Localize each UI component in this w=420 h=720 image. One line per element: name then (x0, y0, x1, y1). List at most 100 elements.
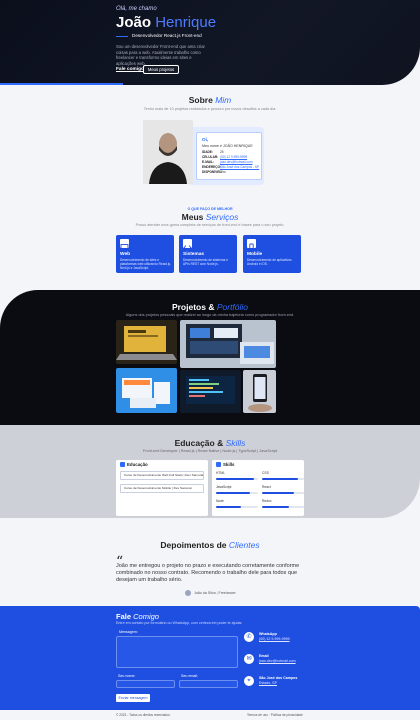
skill-item: CSS (262, 471, 304, 480)
project-thumbnail[interactable] (180, 320, 276, 368)
hero-description: Sou um desenvolvedor Front-end que ama c… (116, 44, 205, 66)
education-panel-title: Educação (127, 462, 148, 467)
card-intro: Meu nome é JOÃO HENRIQUE (202, 144, 253, 148)
info-row-age: IDADE: 25 (202, 150, 224, 154)
service-card-web[interactable]: Web Desenvolvimento de sites e plataform… (116, 235, 174, 273)
contact-title-text: Fale (116, 612, 132, 621)
service-card-sistemas[interactable]: Sistemas Desenvolvimento de sistemas e A… (179, 235, 237, 273)
education-section: Educação & Skills Front-end Developer | … (0, 425, 420, 518)
services-title: Meus Serviços (0, 212, 420, 222)
address-link[interactable]: São José dos Campos - SP (220, 165, 259, 169)
testimonials-section: Depoimentos de Clientes “ João me entreg… (0, 518, 420, 606)
contact-whatsapp[interactable]: WhatsApp (00) 12 9.999-9999 (259, 632, 290, 641)
about-title: Sobre Mim (0, 95, 420, 105)
info-key: ENDEREÇO: (202, 165, 222, 169)
contact-email[interactable]: Email joao.dev@hotmail.com (259, 654, 296, 663)
testimonial-text: João me entregou o projeto no prazo e ex… (116, 563, 300, 583)
service-desc: Desenvolvimento de aplicativos Android e… (247, 258, 292, 266)
message-textarea[interactable] (116, 636, 238, 668)
course-item[interactable]: Curso de Desenvolvimento Web Full Stack … (120, 471, 204, 480)
service-card-mobile[interactable]: Mobile Desenvolvimento de aplicativos An… (243, 235, 301, 273)
course-item[interactable]: Curso de Desenvolvimento Mobile | Dev Sa… (120, 484, 204, 493)
about-subtitle: Tenho mais de 10 projetos realizados e p… (143, 107, 277, 111)
avatar (185, 590, 191, 596)
phone-link[interactable]: (00) 12 9.999-9999 (220, 155, 247, 159)
skill-bar-fill (216, 506, 242, 508)
skill-bar-fill (262, 506, 290, 508)
education-title-accent: Skills (225, 438, 246, 448)
skill-bar-fill (262, 492, 294, 494)
hero-role: Desenvolvedor React.js Front-end (132, 33, 202, 38)
info-row-available: DISPONÍVEL:Sim (202, 170, 226, 174)
info-row-phone: CELULAR: (00) 12 9.999-9999 (202, 155, 247, 159)
profile-photo (143, 120, 193, 184)
about-section: Sobre Mim Tenho mais de 10 projetos real… (0, 85, 420, 195)
skill-item: Redux (262, 499, 304, 508)
project-thumbnail[interactable] (180, 370, 241, 413)
monitor-icon (120, 239, 129, 251)
author-role: Freelancer (218, 591, 236, 595)
phone-icon: ✆ (244, 632, 254, 642)
contact-info-label: Email (259, 654, 269, 658)
contact-location: São José dos Campos Estado, SP (259, 676, 297, 685)
author-name: João da Silva (194, 591, 216, 595)
service-title: Mobile (247, 252, 263, 257)
education-title-text: Educação & (174, 438, 224, 448)
info-key: DISPONÍVEL: (202, 170, 223, 174)
info-key: CELULAR: (202, 155, 219, 159)
services-kicker: O QUE FAÇO DE MELHOR (187, 207, 233, 211)
about-info-card: Oi, Meu nome é JOÃO HENRIQUE IDADE: 25 CE… (196, 132, 262, 180)
service-desc: Desenvolvimento de sistemas e APIs REST … (183, 258, 229, 266)
skill-bar-fill (216, 492, 250, 494)
skill-item: HTML (216, 471, 258, 480)
skill-label: HTML (216, 471, 225, 475)
skills-panel: Skills HTML CSS JavaScript React Node Redux (212, 460, 304, 516)
contact-info-value[interactable]: (00) 12 9.999-9999 (259, 637, 290, 641)
my-projects-button[interactable]: Meus projetos (143, 65, 179, 74)
email-input[interactable] (179, 680, 238, 688)
project-thumbnail[interactable] (243, 370, 276, 413)
hero-name: João Henrique (116, 14, 216, 31)
skills-panel-header: Skills (216, 462, 234, 467)
contact-me-link[interactable]: Fale comigo (116, 67, 144, 72)
skill-item: JavaScript (216, 485, 258, 494)
services-title-accent: Serviços (205, 212, 239, 222)
testimonial-author: João da Silva | Freelancer (185, 590, 236, 596)
card-hello: Oi, (202, 137, 209, 142)
info-row-email: E-MAIL: joao.dev@hotmail.com (202, 160, 252, 164)
projects-title-text: Projetos & (171, 302, 215, 312)
services-section: O QUE FAÇO DE MELHOR Meus Serviços Posso… (0, 195, 420, 290)
hero-section: Olá, me chamo João Henrique Desenvolvedo… (0, 0, 420, 85)
skills-icon (216, 462, 221, 467)
skill-item: React (262, 485, 304, 494)
contact-info-label: São José dos Campos (259, 676, 298, 680)
skill-bar-fill (262, 478, 298, 480)
footer-links[interactable]: Termos de uso · Política de privacidade (247, 713, 303, 717)
contact-title-accent: Comigo (133, 612, 159, 621)
education-panel: Educação Curso de Desenvolvimento Web Fu… (116, 460, 208, 516)
project-thumbnail[interactable] (116, 368, 177, 413)
contact-info-value[interactable]: joao.dev@hotmail.com (259, 659, 296, 663)
contact-info-value: Estado, SP (259, 681, 277, 685)
location-icon: ⌖ (244, 676, 254, 686)
projects-title-accent: Portfólio (216, 302, 249, 312)
about-title-accent: Mim (215, 95, 232, 105)
role-divider (116, 36, 128, 37)
contact-info-label: WhatsApp (259, 632, 277, 636)
service-title: Sistemas (183, 252, 205, 257)
contact-subtitle: Entre em contato por formulário ou Whats… (116, 621, 243, 625)
info-value: Sim (220, 170, 226, 174)
send-message-button[interactable]: Enviar mensagem (116, 694, 150, 702)
skill-bar-fill (216, 478, 254, 480)
email-link[interactable]: joao.dev@hotmail.com (220, 160, 252, 164)
skill-item: Node (216, 499, 258, 508)
info-row-address: ENDEREÇO:São José dos Campos - SP (202, 165, 259, 169)
code-icon (183, 239, 192, 250)
info-key: IDADE: (202, 150, 213, 154)
name-input[interactable] (116, 680, 175, 688)
services-title-text: Meus (181, 212, 204, 222)
skills-panel-title: Skills (223, 462, 235, 467)
project-thumbnail[interactable] (116, 320, 177, 364)
testimonials-title-text: Depoimentos de (160, 540, 227, 550)
skill-label: Redux (262, 499, 272, 503)
